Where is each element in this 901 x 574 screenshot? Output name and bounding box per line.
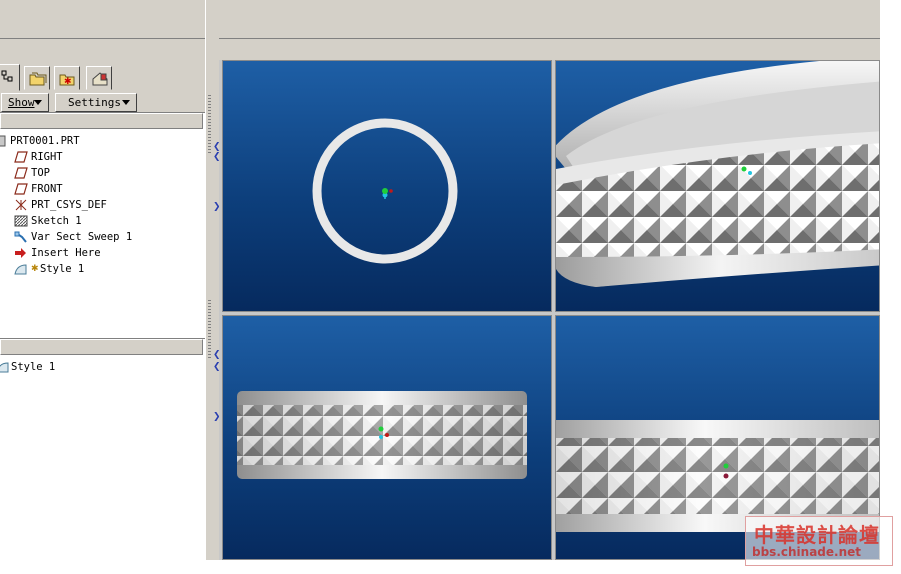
tree-item-label: PRT0001.PRT xyxy=(10,135,80,147)
navigator-panel: ✱ Show Settings PRT0001.PRT RIGHT TOP FR… xyxy=(0,60,208,560)
favorites-icon: ✱ xyxy=(59,74,75,87)
viewport-area xyxy=(219,60,880,560)
model-tree-header xyxy=(0,113,203,129)
tree-item-style[interactable]: ✱ Style 1 xyxy=(0,261,205,277)
csys-icon xyxy=(14,199,28,211)
ring-isometric-view xyxy=(556,61,879,287)
tree-item-right[interactable]: RIGHT xyxy=(0,149,205,165)
tree-item-label: RIGHT xyxy=(31,151,63,163)
show-button-label: Show xyxy=(8,96,35,109)
settings-button[interactable]: Settings xyxy=(55,93,137,112)
tree-item-csys[interactable]: PRT_CSYS_DEF xyxy=(0,197,205,213)
splitter-grip[interactable] xyxy=(208,95,211,155)
sparkle-icon: ✱ xyxy=(31,264,39,274)
model-tree-icon xyxy=(1,70,13,82)
datum-plane-icon xyxy=(14,167,28,179)
watermark-url: bbs.chinade.net xyxy=(752,545,861,559)
part-icon xyxy=(0,135,8,147)
tab-model-tree[interactable] xyxy=(0,64,20,91)
chevron-down-icon xyxy=(34,100,42,105)
tab-folder-browser[interactable] xyxy=(24,66,50,90)
datum-plane-icon xyxy=(14,183,28,195)
connections-icon xyxy=(92,72,108,86)
show-button[interactable]: Show xyxy=(1,93,49,112)
tree-item-sweep[interactable]: Var Sect Sweep 1 xyxy=(0,229,205,245)
datum-plane-icon xyxy=(14,151,28,163)
viewport-front[interactable] xyxy=(222,60,552,312)
sweep-icon xyxy=(14,231,28,243)
tree-item-label: FRONT xyxy=(31,183,63,195)
folder-browser-icon xyxy=(29,72,47,86)
style-icon xyxy=(14,263,28,275)
tree-item-label: Insert Here xyxy=(31,247,101,259)
tree-item-part[interactable]: PRT0001.PRT xyxy=(0,133,205,149)
model-tree-list: PRT0001.PRT RIGHT TOP FRONT PRT_CSYS_DEF… xyxy=(0,133,205,277)
tab-connections[interactable] xyxy=(86,66,112,90)
navigator-button-row: Show Settings xyxy=(0,92,208,114)
viewport-side[interactable] xyxy=(222,315,552,560)
tree-item-label: Var Sect Sweep 1 xyxy=(31,231,133,243)
tab-favorites[interactable]: ✱ xyxy=(54,66,80,90)
tree-item-label: PRT_CSYS_DEF xyxy=(31,199,107,211)
tree-item-top[interactable]: TOP xyxy=(0,165,205,181)
viewport-isometric[interactable] xyxy=(555,60,880,312)
layer-item-style[interactable]: Style 1 xyxy=(0,359,205,375)
ring-front-view xyxy=(312,118,458,264)
tree-item-label: Style 1 xyxy=(40,263,85,275)
menu-bar xyxy=(0,0,880,39)
layer-tree: Style 1 xyxy=(0,338,205,560)
tree-item-label: TOP xyxy=(31,167,50,179)
tree-item-front[interactable]: FRONT xyxy=(0,181,205,197)
ring-side-view xyxy=(237,391,527,479)
model-tree: PRT0001.PRT RIGHT TOP FRONT PRT_CSYS_DEF… xyxy=(0,112,205,339)
splitter-grip[interactable] xyxy=(208,300,211,360)
layer-tree-header xyxy=(0,339,203,355)
toolbar xyxy=(0,38,880,61)
tree-item-label: Sketch 1 xyxy=(31,215,82,227)
settings-button-label: Settings xyxy=(68,96,121,109)
panel-splitter[interactable]: ❮ ❮ ❯ ❮ ❮ ❯ xyxy=(205,0,221,560)
watermark-title: 中華設計論壇 xyxy=(754,523,880,547)
application-window: ✱ Show Settings PRT0001.PRT RIGHT TOP FR… xyxy=(0,0,880,560)
sketch-icon xyxy=(14,215,28,227)
svg-text:✱: ✱ xyxy=(64,77,72,87)
tree-item-sketch[interactable]: Sketch 1 xyxy=(0,213,205,229)
navigator-tabs: ✱ xyxy=(0,64,208,91)
chevron-down-icon xyxy=(122,100,130,105)
layer-tree-list: Style 1 xyxy=(0,359,205,375)
tree-item-insert-here[interactable]: Insert Here xyxy=(0,245,205,261)
insert-arrow-icon xyxy=(14,247,28,259)
layer-item-label: Style 1 xyxy=(11,361,56,373)
watermark: 中華設計論壇 bbs.chinade.net xyxy=(745,516,893,566)
style-icon xyxy=(0,361,10,373)
